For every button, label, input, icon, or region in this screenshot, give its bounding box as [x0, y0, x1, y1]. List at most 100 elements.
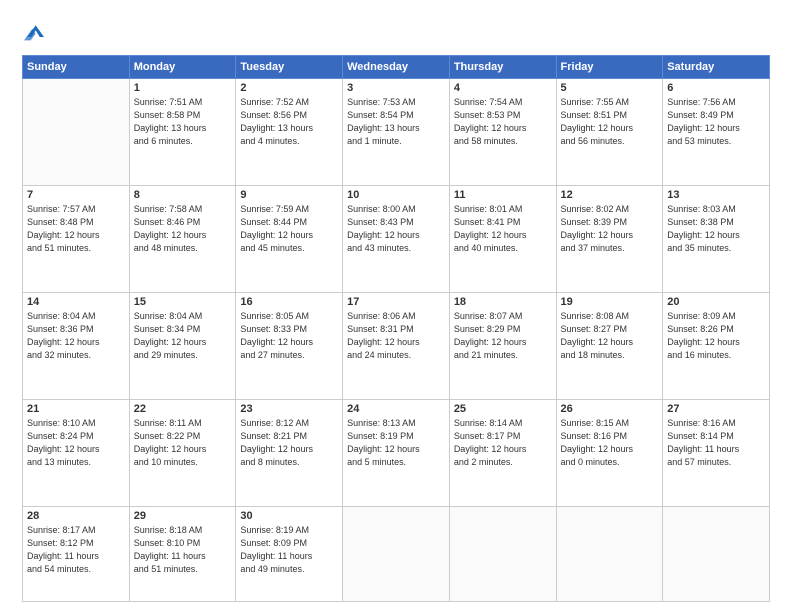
- day-number: 7: [27, 189, 125, 201]
- day-cell: 28 Sunrise: 8:17 AMSunset: 8:12 PMDayligh…: [23, 507, 130, 602]
- day-cell: 10Sunrise: 8:00 AMSunset: 8:43 PMDayligh…: [343, 186, 450, 293]
- day-info: Sunrise: 8:12 AMSunset: 8:21 PMDaylight:…: [240, 417, 338, 469]
- day-number: 11: [454, 189, 552, 201]
- day-number: 24: [347, 403, 445, 415]
- calendar-table: SundayMondayTuesdayWednesdayThursdayFrid…: [22, 55, 770, 602]
- day-number: 19: [561, 296, 659, 308]
- day-info: Sunrise: 8:16 AMSunset: 8:14 PMDaylight:…: [667, 417, 765, 469]
- day-info: Sunrise: 8:14 AMSunset: 8:17 PMDaylight:…: [454, 417, 552, 469]
- day-cell: 11 Sunrise: 8:01 AMSunset: 8:41 PMDayligh…: [449, 186, 556, 293]
- day-number: 28: [27, 510, 125, 522]
- day-number: 29: [134, 510, 232, 522]
- day-number: 13: [667, 189, 765, 201]
- weekday-header-friday: Friday: [556, 56, 663, 79]
- day-cell: 1 Sunrise: 7:51 AMSunset: 8:58 PMDaylight…: [129, 79, 236, 186]
- day-cell: [23, 79, 130, 186]
- header: [22, 18, 770, 47]
- logo: [22, 22, 44, 47]
- day-cell: 15 Sunrise: 8:04 AMSunset: 8:34 PMDayligh…: [129, 293, 236, 400]
- day-info: Sunrise: 8:13 AMSunset: 8:19 PMDaylight:…: [347, 417, 445, 469]
- day-info: Sunrise: 8:07 AMSunset: 8:29 PMDaylight:…: [454, 310, 552, 362]
- day-info: Sunrise: 8:11 AMSunset: 8:22 PMDaylight:…: [134, 417, 232, 469]
- day-cell: [449, 507, 556, 602]
- day-cell: 23 Sunrise: 8:12 AMSunset: 8:21 PMDayligh…: [236, 400, 343, 507]
- day-info: Sunrise: 8:15 AMSunset: 8:16 PMDaylight:…: [561, 417, 659, 469]
- day-cell: 2Sunrise: 7:52 AMSunset: 8:56 PMDaylight…: [236, 79, 343, 186]
- day-info: Sunrise: 8:01 AMSunset: 8:41 PMDaylight:…: [454, 203, 552, 255]
- day-number: 16: [240, 296, 338, 308]
- day-info: Sunrise: 8:04 AMSunset: 8:36 PMDaylight:…: [27, 310, 125, 362]
- day-cell: 18 Sunrise: 8:07 AMSunset: 8:29 PMDayligh…: [449, 293, 556, 400]
- day-info: Sunrise: 7:51 AMSunset: 8:58 PMDaylight:…: [134, 96, 232, 148]
- day-info: Sunrise: 8:18 AMSunset: 8:10 PMDaylight:…: [134, 524, 232, 576]
- day-number: 1: [134, 82, 232, 94]
- day-info: Sunrise: 8:05 AMSunset: 8:33 PMDaylight:…: [240, 310, 338, 362]
- day-cell: 7 Sunrise: 7:57 AMSunset: 8:48 PMDaylight…: [23, 186, 130, 293]
- day-number: 18: [454, 296, 552, 308]
- day-cell: 5 Sunrise: 7:55 AMSunset: 8:51 PMDaylight…: [556, 79, 663, 186]
- day-number: 26: [561, 403, 659, 415]
- day-info: Sunrise: 8:09 AMSunset: 8:26 PMDaylight:…: [667, 310, 765, 362]
- weekday-header-row: SundayMondayTuesdayWednesdayThursdayFrid…: [23, 56, 770, 79]
- day-cell: 12 Sunrise: 8:02 AMSunset: 8:39 PMDayligh…: [556, 186, 663, 293]
- day-number: 8: [134, 189, 232, 201]
- day-cell: 8 Sunrise: 7:58 AMSunset: 8:46 PMDaylight…: [129, 186, 236, 293]
- weekday-header-sunday: Sunday: [23, 56, 130, 79]
- day-info: Sunrise: 7:54 AMSunset: 8:53 PMDaylight:…: [454, 96, 552, 148]
- weekday-header-saturday: Saturday: [663, 56, 770, 79]
- day-cell: 17 Sunrise: 8:06 AMSunset: 8:31 PMDayligh…: [343, 293, 450, 400]
- day-number: 5: [561, 82, 659, 94]
- day-info: Sunrise: 7:58 AMSunset: 8:46 PMDaylight:…: [134, 203, 232, 255]
- day-number: 14: [27, 296, 125, 308]
- day-cell: 22 Sunrise: 8:11 AMSunset: 8:22 PMDayligh…: [129, 400, 236, 507]
- day-info: Sunrise: 8:08 AMSunset: 8:27 PMDaylight:…: [561, 310, 659, 362]
- week-row-5: 28 Sunrise: 8:17 AMSunset: 8:12 PMDayligh…: [23, 507, 770, 602]
- day-number: 20: [667, 296, 765, 308]
- weekday-header-wednesday: Wednesday: [343, 56, 450, 79]
- day-cell: 29 Sunrise: 8:18 AMSunset: 8:10 PMDayligh…: [129, 507, 236, 602]
- weekday-header-tuesday: Tuesday: [236, 56, 343, 79]
- week-row-4: 21 Sunrise: 8:10 AMSunset: 8:24 PMDayligh…: [23, 400, 770, 507]
- day-cell: 19 Sunrise: 8:08 AMSunset: 8:27 PMDayligh…: [556, 293, 663, 400]
- day-info: Sunrise: 8:04 AMSunset: 8:34 PMDaylight:…: [134, 310, 232, 362]
- day-info: Sunrise: 7:55 AMSunset: 8:51 PMDaylight:…: [561, 96, 659, 148]
- day-cell: 30 Sunrise: 8:19 AMSunset: 8:09 PMDayligh…: [236, 507, 343, 602]
- day-number: 27: [667, 403, 765, 415]
- day-number: 12: [561, 189, 659, 201]
- day-info: Sunrise: 8:06 AMSunset: 8:31 PMDaylight:…: [347, 310, 445, 362]
- day-cell: 3 Sunrise: 7:53 AMSunset: 8:54 PMDaylight…: [343, 79, 450, 186]
- week-row-1: 1 Sunrise: 7:51 AMSunset: 8:58 PMDaylight…: [23, 79, 770, 186]
- day-number: 30: [240, 510, 338, 522]
- day-info: Sunrise: 8:19 AMSunset: 8:09 PMDaylight:…: [240, 524, 338, 576]
- day-number: 2: [240, 82, 338, 94]
- day-number: 9: [240, 189, 338, 201]
- day-number: 22: [134, 403, 232, 415]
- logo-icon: [24, 22, 44, 42]
- day-info: Sunrise: 7:53 AMSunset: 8:54 PMDaylight:…: [347, 96, 445, 148]
- day-cell: [663, 507, 770, 602]
- day-cell: 27 Sunrise: 8:16 AMSunset: 8:14 PMDayligh…: [663, 400, 770, 507]
- day-info: Sunrise: 8:17 AMSunset: 8:12 PMDaylight:…: [27, 524, 125, 576]
- weekday-header-thursday: Thursday: [449, 56, 556, 79]
- day-number: 3: [347, 82, 445, 94]
- day-number: 23: [240, 403, 338, 415]
- calendar-page: SundayMondayTuesdayWednesdayThursdayFrid…: [0, 0, 792, 612]
- day-cell: 6 Sunrise: 7:56 AMSunset: 8:49 PMDaylight…: [663, 79, 770, 186]
- day-cell: [556, 507, 663, 602]
- day-info: Sunrise: 8:10 AMSunset: 8:24 PMDaylight:…: [27, 417, 125, 469]
- day-number: 17: [347, 296, 445, 308]
- day-info: Sunrise: 8:03 AMSunset: 8:38 PMDaylight:…: [667, 203, 765, 255]
- day-cell: 20 Sunrise: 8:09 AMSunset: 8:26 PMDayligh…: [663, 293, 770, 400]
- day-cell: 25 Sunrise: 8:14 AMSunset: 8:17 PMDayligh…: [449, 400, 556, 507]
- day-number: 21: [27, 403, 125, 415]
- day-number: 15: [134, 296, 232, 308]
- weekday-header-monday: Monday: [129, 56, 236, 79]
- day-cell: 4Sunrise: 7:54 AMSunset: 8:53 PMDaylight…: [449, 79, 556, 186]
- day-number: 6: [667, 82, 765, 94]
- day-info: Sunrise: 8:00 AMSunset: 8:43 PMDaylight:…: [347, 203, 445, 255]
- day-number: 25: [454, 403, 552, 415]
- day-info: Sunrise: 7:57 AMSunset: 8:48 PMDaylight:…: [27, 203, 125, 255]
- day-info: Sunrise: 7:56 AMSunset: 8:49 PMDaylight:…: [667, 96, 765, 148]
- day-cell: 16 Sunrise: 8:05 AMSunset: 8:33 PMDayligh…: [236, 293, 343, 400]
- day-info: Sunrise: 8:02 AMSunset: 8:39 PMDaylight:…: [561, 203, 659, 255]
